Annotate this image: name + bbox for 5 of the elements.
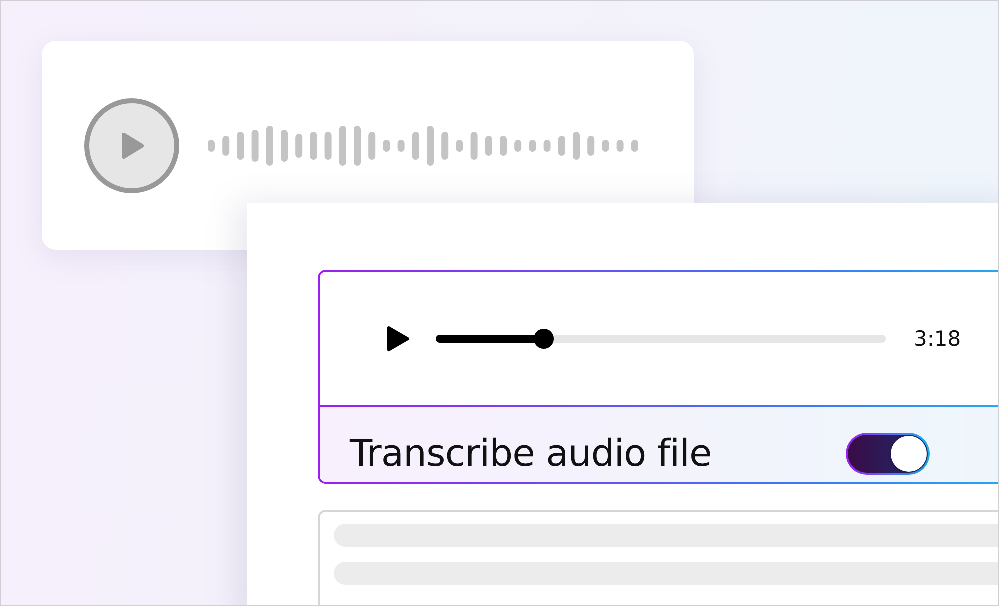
transcribe-label: Transcribe audio file bbox=[350, 432, 712, 475]
duration-text: 3:18 bbox=[914, 326, 962, 350]
toggle-switch[interactable] bbox=[846, 432, 930, 474]
slider-thumb[interactable] bbox=[534, 328, 554, 348]
progress-slider[interactable] bbox=[436, 328, 886, 348]
